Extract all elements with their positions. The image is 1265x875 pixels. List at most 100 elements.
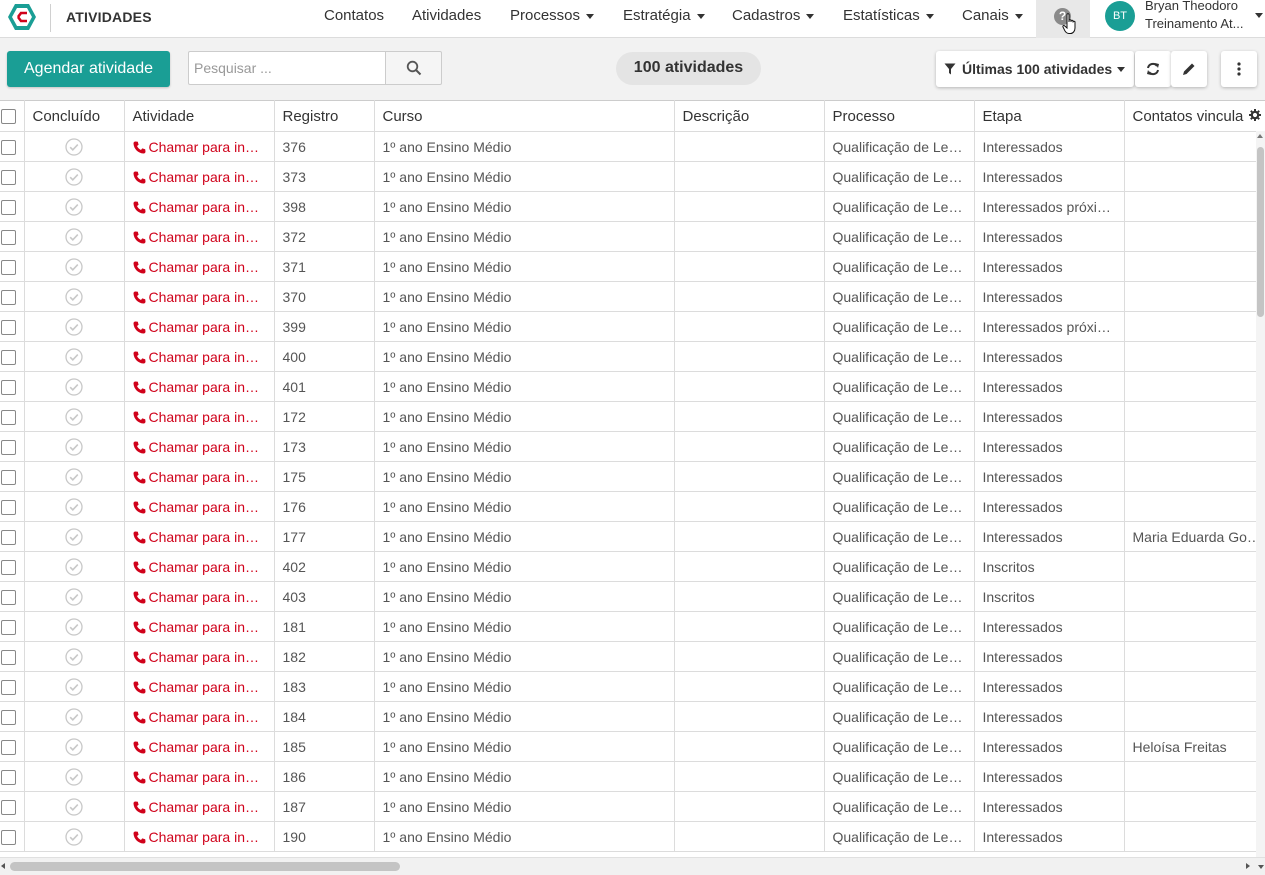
row-select-cell[interactable] [0, 401, 25, 432]
row-done-cell[interactable] [24, 641, 125, 672]
table-row[interactable]: Chamar para inscrição3981º ano Ensino Mé… [0, 191, 1265, 222]
check-circle-icon[interactable] [65, 347, 83, 366]
vertical-scroll-thumb[interactable] [1257, 147, 1264, 317]
table-row[interactable]: Chamar para inscrição4021º ano Ensino Mé… [0, 551, 1265, 582]
activity-link[interactable]: Chamar para inscrição [124, 341, 275, 372]
table-row[interactable]: Chamar para inscrição3701º ano Ensino Mé… [0, 281, 1265, 312]
filter-dropdown[interactable]: Últimas 100 atividades [936, 51, 1134, 87]
row-select-cell[interactable] [0, 371, 25, 402]
row-select-cell[interactable] [0, 251, 25, 282]
row-select-cell[interactable] [0, 761, 25, 792]
edit-button[interactable] [1171, 51, 1207, 87]
check-circle-icon[interactable] [65, 197, 83, 216]
row-checkbox[interactable] [1, 439, 16, 455]
row-done-cell[interactable] [24, 311, 125, 342]
row-checkbox[interactable] [1, 589, 16, 605]
check-circle-icon[interactable] [65, 437, 83, 456]
check-circle-icon[interactable] [65, 287, 83, 306]
check-circle-icon[interactable] [65, 257, 83, 276]
row-checkbox[interactable] [1, 319, 16, 335]
row-done-cell[interactable] [24, 761, 125, 792]
row-done-cell[interactable] [24, 521, 125, 552]
activity-link[interactable]: Chamar para inscrição [124, 371, 275, 402]
table-row[interactable]: Chamar para inscrição4001º ano Ensino Mé… [0, 341, 1265, 372]
table-row[interactable]: Chamar para inscrição1721º ano Ensino Mé… [0, 401, 1265, 432]
table-row[interactable]: Chamar para inscrição1811º ano Ensino Mé… [0, 611, 1265, 642]
row-select-cell[interactable] [0, 731, 25, 762]
user-menu-chevron-down-icon[interactable] [1255, 13, 1263, 18]
column-header-registro[interactable]: Registro [274, 100, 375, 132]
activity-link[interactable]: Chamar para inscrição [124, 161, 275, 192]
row-select-cell[interactable] [0, 161, 25, 192]
row-checkbox[interactable] [1, 379, 16, 395]
activity-link[interactable]: Chamar para inscrição [124, 701, 275, 732]
table-row[interactable]: Chamar para inscrição3991º ano Ensino Mé… [0, 311, 1265, 342]
scroll-left-arrow-icon[interactable] [1, 863, 5, 869]
row-select-cell[interactable] [0, 701, 25, 732]
row-select-cell[interactable] [0, 431, 25, 462]
row-checkbox[interactable] [1, 769, 16, 785]
nav-atividades[interactable]: Atividades [412, 7, 481, 24]
scroll-right-arrow-icon[interactable] [1246, 863, 1250, 869]
check-circle-icon[interactable] [65, 377, 83, 396]
select-all-checkbox[interactable] [1, 109, 16, 125]
table-row[interactable]: Chamar para inscrição1841º ano Ensino Mé… [0, 701, 1265, 732]
check-circle-icon[interactable] [65, 707, 83, 726]
table-row[interactable]: Chamar para inscrição4011º ano Ensino Mé… [0, 371, 1265, 402]
activity-link[interactable]: Chamar para inscrição [124, 791, 275, 822]
row-checkbox[interactable] [1, 289, 16, 305]
table-row[interactable]: Chamar para inscrição1761º ano Ensino Mé… [0, 491, 1265, 522]
row-done-cell[interactable] [24, 671, 125, 702]
check-circle-icon[interactable] [65, 167, 83, 186]
table-row[interactable]: Chamar para inscrição1771º ano Ensino Mé… [0, 521, 1265, 552]
table-row[interactable]: Chamar para inscrição1861º ano Ensino Mé… [0, 761, 1265, 792]
table-row[interactable]: Chamar para inscrição1751º ano Ensino Mé… [0, 461, 1265, 492]
row-checkbox[interactable] [1, 829, 16, 845]
check-circle-icon[interactable] [65, 827, 83, 846]
row-checkbox[interactable] [1, 499, 16, 515]
row-checkbox[interactable] [1, 229, 16, 245]
column-header-concluido[interactable]: Concluído [24, 100, 125, 132]
activity-link[interactable]: Chamar para inscrição [124, 491, 275, 522]
row-select-cell[interactable] [0, 491, 25, 522]
row-done-cell[interactable] [24, 341, 125, 372]
row-done-cell[interactable] [24, 791, 125, 822]
nav-estrategia[interactable]: Estratégia [623, 7, 705, 24]
row-checkbox[interactable] [1, 559, 16, 575]
column-header-processo[interactable]: Processo [824, 100, 975, 132]
row-done-cell[interactable] [24, 821, 125, 852]
check-circle-icon[interactable] [65, 767, 83, 786]
nav-cadastros[interactable]: Cadastros [732, 7, 815, 24]
activities-table-container[interactable]: Concluído Atividade Registro Curso Descr… [0, 100, 1265, 857]
row-done-cell[interactable] [24, 161, 125, 192]
row-checkbox[interactable] [1, 409, 16, 425]
activity-link[interactable]: Chamar para inscrição [124, 131, 275, 162]
more-options-button[interactable] [1221, 51, 1257, 87]
check-circle-icon[interactable] [65, 797, 83, 816]
row-checkbox[interactable] [1, 349, 16, 365]
row-done-cell[interactable] [24, 371, 125, 402]
check-circle-icon[interactable] [65, 137, 83, 156]
nav-contatos[interactable]: Contatos [324, 7, 384, 24]
vertical-scrollbar[interactable] [1256, 131, 1265, 857]
row-select-cell[interactable] [0, 671, 25, 702]
row-checkbox[interactable] [1, 619, 16, 635]
row-select-cell[interactable] [0, 281, 25, 312]
table-row[interactable]: Chamar para inscrição3711º ano Ensino Mé… [0, 251, 1265, 282]
row-done-cell[interactable] [24, 221, 125, 252]
table-row[interactable]: Chamar para inscrição1731º ano Ensino Mé… [0, 431, 1265, 462]
row-done-cell[interactable] [24, 191, 125, 222]
row-done-cell[interactable] [24, 461, 125, 492]
check-circle-icon[interactable] [65, 737, 83, 756]
avatar[interactable]: BT [1105, 1, 1135, 31]
nav-estatisticas[interactable]: Estatísticas [843, 7, 934, 24]
row-select-cell[interactable] [0, 341, 25, 372]
activity-link[interactable]: Chamar para inscrição [124, 251, 275, 282]
column-header-curso[interactable]: Curso [374, 100, 675, 132]
row-checkbox[interactable] [1, 139, 16, 155]
activity-link[interactable]: Chamar para inscrição [124, 431, 275, 462]
row-select-cell[interactable] [0, 611, 25, 642]
row-done-cell[interactable] [24, 131, 125, 162]
row-select-cell[interactable] [0, 551, 25, 582]
row-checkbox[interactable] [1, 169, 16, 185]
